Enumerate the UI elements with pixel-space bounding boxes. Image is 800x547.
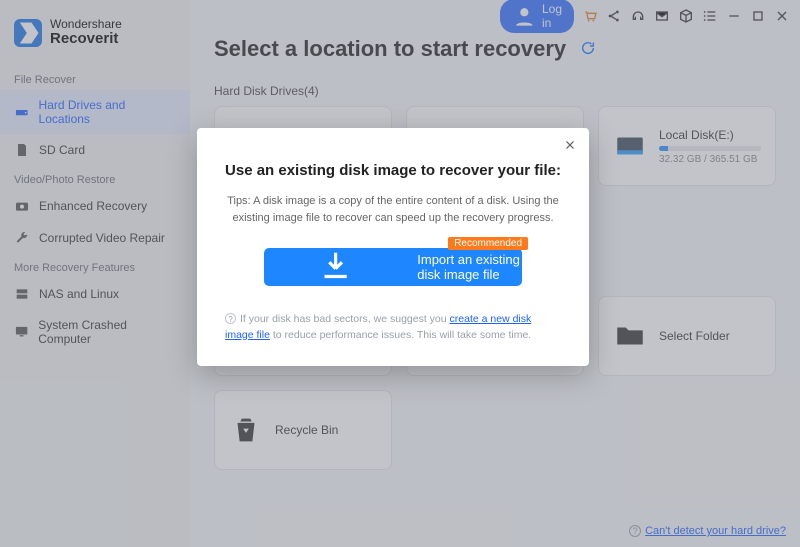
modal-close-button[interactable] [563, 138, 577, 155]
import-disk-image-modal: Use an existing disk image to recover yo… [197, 128, 589, 366]
import-button-label: Import an existing disk image file [417, 252, 522, 282]
import-disk-image-button[interactable]: Recommended Import an existing disk imag… [264, 248, 522, 286]
recommended-badge: Recommended [448, 237, 528, 250]
modal-tip: Tips: A disk image is a copy of the enti… [225, 193, 561, 226]
modal-footer: ?If your disk has bad sectors, we sugges… [225, 312, 561, 344]
question-icon: ? [225, 313, 236, 324]
download-icon [264, 248, 407, 286]
modal-title: Use an existing disk image to recover yo… [225, 162, 561, 179]
